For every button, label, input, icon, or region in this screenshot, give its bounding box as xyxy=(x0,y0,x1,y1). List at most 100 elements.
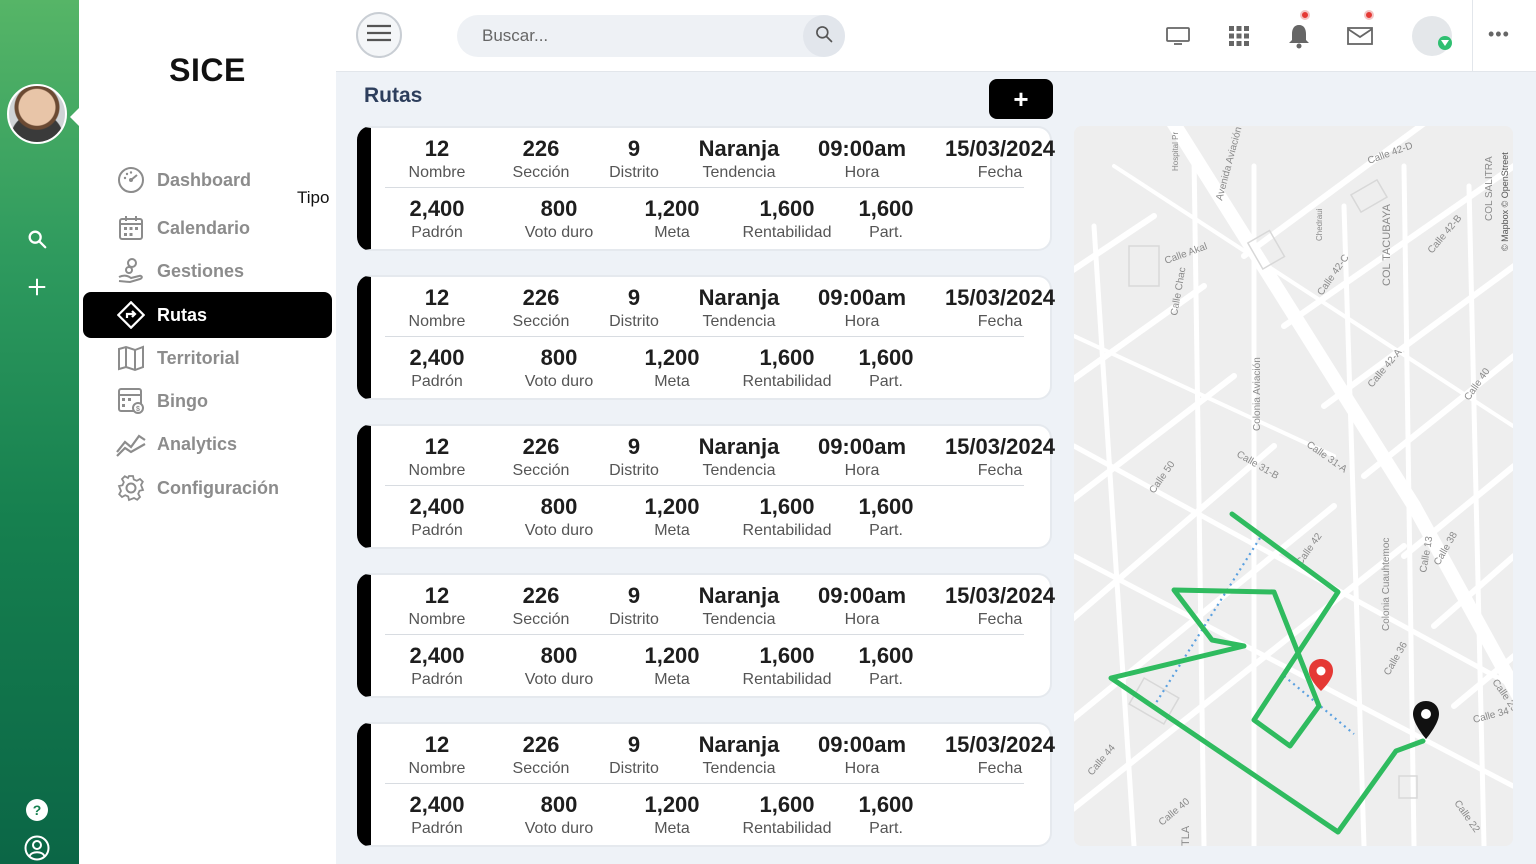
field-value: 12 xyxy=(424,434,450,459)
add-route-button[interactable]: + xyxy=(989,79,1053,119)
field-value: Naranja xyxy=(698,136,780,161)
page-title: Rutas xyxy=(364,84,423,107)
route-field-meta: 1,200 Meta xyxy=(612,197,732,243)
route-field-fecha: 15/03/2024 Fecha xyxy=(940,137,1060,183)
sidebar-item-gestiones[interactable]: Gestiones xyxy=(83,248,332,294)
user-avatar[interactable] xyxy=(7,84,67,144)
sidebar-item-calendario[interactable]: Calendario xyxy=(83,205,332,251)
route-field-tendencia: Naranja Tendencia xyxy=(679,435,799,481)
field-value: Naranja xyxy=(698,732,780,757)
field-label: Meta xyxy=(654,671,690,688)
field-value: Naranja xyxy=(698,434,780,459)
field-value: 2,400 xyxy=(409,792,465,817)
card-divider xyxy=(385,187,1024,188)
route-field-hora: 09:00am Hora xyxy=(802,733,922,779)
route-field-meta: 1,200 Meta xyxy=(612,346,732,392)
help-icon[interactable]: ? xyxy=(24,797,50,823)
sidebar-item-configuracion[interactable]: Configuración xyxy=(83,465,332,511)
field-label: Voto duro xyxy=(524,373,594,390)
search-button[interactable] xyxy=(803,15,845,57)
field-label: Voto duro xyxy=(524,522,594,539)
svg-text:$: $ xyxy=(136,406,140,413)
route-field-tendencia: Naranja Tendencia xyxy=(679,137,799,183)
field-value: 9 xyxy=(627,583,641,608)
field-label: Tendencia xyxy=(702,611,776,628)
field-label: Hora xyxy=(844,760,880,777)
hamburger-icon xyxy=(366,23,392,48)
monitor-icon[interactable] xyxy=(1162,20,1194,52)
more-options-icon[interactable]: ••• xyxy=(1488,24,1510,45)
sidebar-item-dashboard[interactable]: Dashboard xyxy=(83,157,332,203)
search-input[interactable] xyxy=(457,15,797,57)
mail-badge xyxy=(1364,10,1374,20)
field-label: Part. xyxy=(869,522,903,539)
apps-grid-icon[interactable] xyxy=(1223,20,1255,52)
route-field-part: 1,600 Part. xyxy=(826,346,946,392)
left-rail: ? xyxy=(0,0,79,864)
top-bar: ••• xyxy=(336,0,1536,72)
menu-toggle-button[interactable] xyxy=(356,12,402,58)
route-card[interactable]: 12 Nombre 226 Sección 9 Distrito Naranja Tenden… xyxy=(357,722,1055,847)
sidebar-item-rutas[interactable]: Rutas xyxy=(83,292,332,338)
field-value: 800 xyxy=(540,196,578,221)
sidebar-item-label: Dashboard xyxy=(157,169,252,190)
map-canvas[interactable]: Calle 42-D Calle 42-B Calle 42-C Calle A… xyxy=(1074,126,1513,846)
route-field-tendencia: Naranja Tendencia xyxy=(679,286,799,332)
field-label: Hora xyxy=(844,611,880,628)
street-label: COL SALITRA xyxy=(1484,156,1495,221)
search-bar xyxy=(457,15,845,57)
sidebar-nav: SICE Tipo Dashboard Calendario Gestiones… xyxy=(79,0,336,864)
route-field-nombre: 12 Nombre xyxy=(377,435,497,481)
field-value: 9 xyxy=(627,285,641,310)
field-label: Meta xyxy=(654,522,690,539)
route-field-voto-duro: 800 Voto duro xyxy=(499,197,619,243)
route-field-meta: 1,200 Meta xyxy=(612,644,732,690)
field-label: Voto duro xyxy=(524,671,594,688)
route-card[interactable]: 12 Nombre 226 Sección 9 Distrito Naranja Tenden… xyxy=(357,573,1055,698)
route-field-hora: 09:00am Hora xyxy=(802,584,922,630)
field-value: 800 xyxy=(540,792,578,817)
topbar-divider xyxy=(1472,0,1473,72)
plus-icon[interactable] xyxy=(24,274,50,300)
field-value: 2,400 xyxy=(409,196,465,221)
route-map[interactable]: Calle 42-D Calle 42-B Calle 42-C Calle A… xyxy=(1074,126,1513,846)
field-label: Hora xyxy=(844,313,880,330)
route-field-tendencia: Naranja Tendencia xyxy=(679,733,799,779)
sidebar-item-bingo[interactable]: $ Bingo xyxy=(83,378,332,424)
field-value: 800 xyxy=(540,345,578,370)
profile-dropdown-icon[interactable] xyxy=(1438,36,1452,50)
route-card[interactable]: 12 Nombre 226 Sección 9 Distrito Naranja Tenden… xyxy=(357,275,1055,400)
field-value: 800 xyxy=(540,643,578,668)
field-value: 09:00am xyxy=(817,136,907,161)
route-field-fecha: 15/03/2024 Fecha xyxy=(940,584,1060,630)
street-label: Colonia Aviación xyxy=(1252,357,1263,431)
field-label: Nombre xyxy=(408,164,466,181)
app-brand: SICE xyxy=(169,52,246,88)
account-icon[interactable] xyxy=(24,835,50,861)
route-field-padron: 2,400 Padrón xyxy=(377,495,497,541)
search-icon xyxy=(814,24,834,49)
field-value: Naranja xyxy=(698,285,780,310)
route-field-nombre: 12 Nombre xyxy=(377,286,497,332)
field-value: Naranja xyxy=(698,583,780,608)
field-value: 800 xyxy=(540,494,578,519)
mail-icon[interactable] xyxy=(1344,20,1376,52)
notifications-bell-icon[interactable] xyxy=(1283,20,1315,52)
field-label: Nombre xyxy=(408,760,466,777)
field-label: Tendencia xyxy=(702,313,776,330)
field-value: 2,400 xyxy=(409,345,465,370)
route-card[interactable]: 12 Nombre 226 Sección 9 Distrito Naranja Tenden… xyxy=(357,424,1055,549)
field-value: 09:00am xyxy=(817,732,907,757)
sidebar-item-label: Analytics xyxy=(157,433,238,454)
search-icon[interactable] xyxy=(24,226,50,252)
route-card[interactable]: 12 Nombre 226 Sección 9 Distrito Naranja Tenden… xyxy=(357,126,1055,251)
analytics-chart-icon xyxy=(115,428,147,460)
field-label: Tendencia xyxy=(702,164,776,181)
street-label: Colonia Cuauhtemoc xyxy=(1381,538,1392,631)
field-value: 15/03/2024 xyxy=(944,136,1056,161)
sidebar-item-territorial[interactable]: Territorial xyxy=(83,335,332,381)
field-label: Fecha xyxy=(977,313,1023,330)
sidebar-item-analytics[interactable]: Analytics xyxy=(83,421,332,467)
field-value: 9 xyxy=(627,434,641,459)
field-value: 1,600 xyxy=(858,196,914,221)
